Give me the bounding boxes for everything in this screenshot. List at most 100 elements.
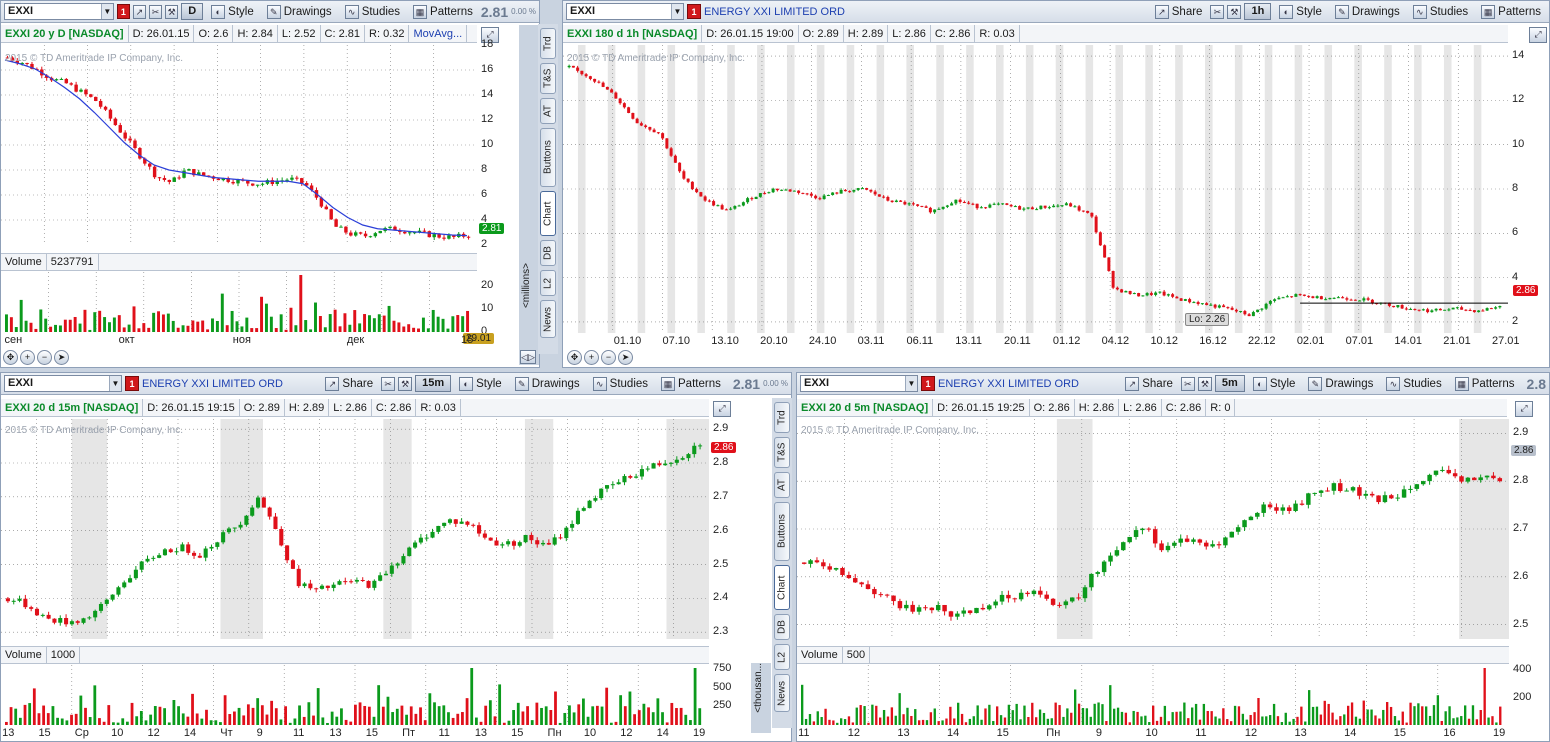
studies-button[interactable]: ∿ Studies xyxy=(1381,375,1446,392)
studies-button[interactable]: ∿ Studies xyxy=(588,375,653,392)
link-badge[interactable]: 1 xyxy=(687,4,701,19)
side-tab-buttons[interactable]: Buttons xyxy=(774,502,790,561)
link-badge[interactable]: 1 xyxy=(116,4,130,19)
style-icon: ◐ xyxy=(211,4,226,19)
price-chart-br[interactable] xyxy=(797,419,1509,639)
candle-up xyxy=(767,192,771,194)
chart-settings-icon[interactable]: ⤢ xyxy=(1529,27,1547,43)
volume-bar xyxy=(112,722,115,725)
volume-bar xyxy=(98,718,101,725)
pencil-icon: ✎ xyxy=(266,4,281,19)
side-tab-db[interactable]: DB xyxy=(540,240,556,266)
pan-icon[interactable]: ✥ xyxy=(567,350,582,365)
candle-up xyxy=(1082,587,1088,599)
side-tab-at[interactable]: AT xyxy=(540,98,556,124)
patterns-button[interactable]: ▦ Patterns xyxy=(408,3,478,20)
symbol-selector[interactable]: EXXI ▼ xyxy=(4,3,114,20)
volume-bar xyxy=(78,323,82,332)
wrench-icon[interactable]: ⚒ xyxy=(1227,4,1242,19)
side-tab-trd[interactable]: Trd xyxy=(774,402,790,433)
wrench-icon[interactable]: ⚒ xyxy=(1197,376,1212,391)
price-chart-tr[interactable] xyxy=(563,45,1508,333)
chart-header: EXXI 20 y D [NASDAQ] D: 26.01.15 O: 2.6 … xyxy=(1,24,477,43)
tools-icon[interactable]: ✂ xyxy=(381,376,396,391)
drawings-button[interactable]: ✎ Drawings xyxy=(1303,375,1378,392)
style-button[interactable]: ◐ Style xyxy=(206,3,259,20)
style-label: Style xyxy=(228,5,254,18)
style-button[interactable]: ◐ Style xyxy=(1248,375,1301,392)
candle-up xyxy=(1440,469,1445,471)
side-tab-news[interactable]: News xyxy=(774,674,790,712)
cursor-icon[interactable]: ➤ xyxy=(54,350,69,365)
studies-button[interactable]: ∿ Studies xyxy=(340,3,405,20)
price-chart-tl[interactable] xyxy=(1,45,477,245)
side-tab-trd[interactable]: Trd xyxy=(540,28,556,59)
zoom-out-icon[interactable]: − xyxy=(37,350,52,365)
candle-up xyxy=(383,573,389,576)
side-tab-l2[interactable]: L2 xyxy=(774,644,790,670)
share-button[interactable]: ↗ Share xyxy=(1150,3,1208,20)
aggregation-button[interactable]: 15m xyxy=(415,375,452,392)
zoom-in-icon[interactable]: + xyxy=(584,350,599,365)
side-tab-ts[interactable]: T&S xyxy=(774,437,790,468)
volume-bar xyxy=(1421,706,1424,725)
study-label[interactable]: MovAvg... xyxy=(409,24,468,43)
side-tab-at[interactable]: AT xyxy=(774,472,790,498)
pan-icon[interactable]: ✥ xyxy=(3,350,18,365)
patterns-button[interactable]: ▦ Patterns xyxy=(656,375,726,392)
share-button[interactable]: ↗ Share xyxy=(320,375,378,392)
chevron-down-icon[interactable]: ▼ xyxy=(905,376,917,391)
candle-up xyxy=(894,200,898,203)
candle-down xyxy=(846,574,852,579)
patterns-button[interactable]: ▦ Patterns xyxy=(1476,3,1546,20)
price-chart-bl[interactable] xyxy=(1,419,709,639)
side-tab-chart[interactable]: Chart xyxy=(540,191,556,236)
link-badge[interactable]: 1 xyxy=(921,376,935,391)
wrench-icon[interactable]: ⚒ xyxy=(398,376,413,391)
aggregation-button[interactable]: 1h xyxy=(1244,3,1272,20)
candle-up xyxy=(564,527,569,539)
aggregation-button[interactable]: 5m xyxy=(1214,375,1245,392)
symbol-selector[interactable]: EXXI ▼ xyxy=(800,375,918,392)
wrench-icon[interactable]: ⚒ xyxy=(165,4,179,19)
drawings-button[interactable]: ✎ Drawings xyxy=(1330,3,1405,20)
style-button[interactable]: ◐ Style xyxy=(454,375,507,392)
side-tab-l2[interactable]: L2 xyxy=(540,270,556,296)
patterns-button[interactable]: ▦ Patterns xyxy=(1450,375,1520,392)
chevron-down-icon[interactable]: ▼ xyxy=(109,376,121,391)
side-tab-ts[interactable]: T&S xyxy=(540,63,556,94)
aggregation-button[interactable]: D xyxy=(181,3,204,20)
chart-settings-icon[interactable]: ⤢ xyxy=(713,401,731,417)
studies-button[interactable]: ∿ Studies xyxy=(1408,3,1473,20)
side-tab-buttons[interactable]: Buttons xyxy=(540,128,556,187)
tools-icon[interactable]: ✂ xyxy=(1180,376,1195,391)
share-button[interactable]: ↗ Share xyxy=(1120,375,1178,392)
drawings-button[interactable]: ✎ Drawings xyxy=(262,3,337,20)
cursor-icon[interactable]: ➤ xyxy=(618,350,633,365)
side-tab-news[interactable]: News xyxy=(540,300,556,338)
x-tick-label: 22.12 xyxy=(1248,335,1276,347)
symbol-selector[interactable]: EXXI ▼ xyxy=(566,3,684,20)
link-badge[interactable]: 1 xyxy=(125,376,139,391)
candle-up xyxy=(339,226,343,228)
side-tab-db[interactable]: DB xyxy=(774,614,790,640)
chevron-down-icon[interactable]: ▼ xyxy=(671,4,683,19)
drawings-button[interactable]: ✎ Drawings xyxy=(510,375,585,392)
symbol-selector[interactable]: EXXI ▼ xyxy=(4,375,122,392)
candle-up xyxy=(389,565,394,574)
tools-icon[interactable]: ✂ xyxy=(149,4,163,19)
style-button[interactable]: ◐ Style xyxy=(1274,3,1327,20)
candle-down xyxy=(971,203,975,205)
candle-down xyxy=(720,205,724,210)
tools-icon[interactable]: ✂ xyxy=(1210,4,1225,19)
zoom-in-icon[interactable]: + xyxy=(20,350,35,365)
chart-settings-icon[interactable]: ⤢ xyxy=(1515,401,1533,417)
candle-up xyxy=(139,561,144,570)
zoom-out-icon[interactable]: − xyxy=(601,350,616,365)
side-tab-chart[interactable]: Chart xyxy=(774,565,790,610)
chevron-down-icon[interactable]: ▼ xyxy=(100,4,113,19)
expand-arrows-icon[interactable]: ◁▷ xyxy=(520,350,536,364)
x-tick-label: 01.10 xyxy=(613,335,642,347)
share-icon[interactable]: ↗ xyxy=(132,4,146,19)
candle-up xyxy=(81,618,86,623)
